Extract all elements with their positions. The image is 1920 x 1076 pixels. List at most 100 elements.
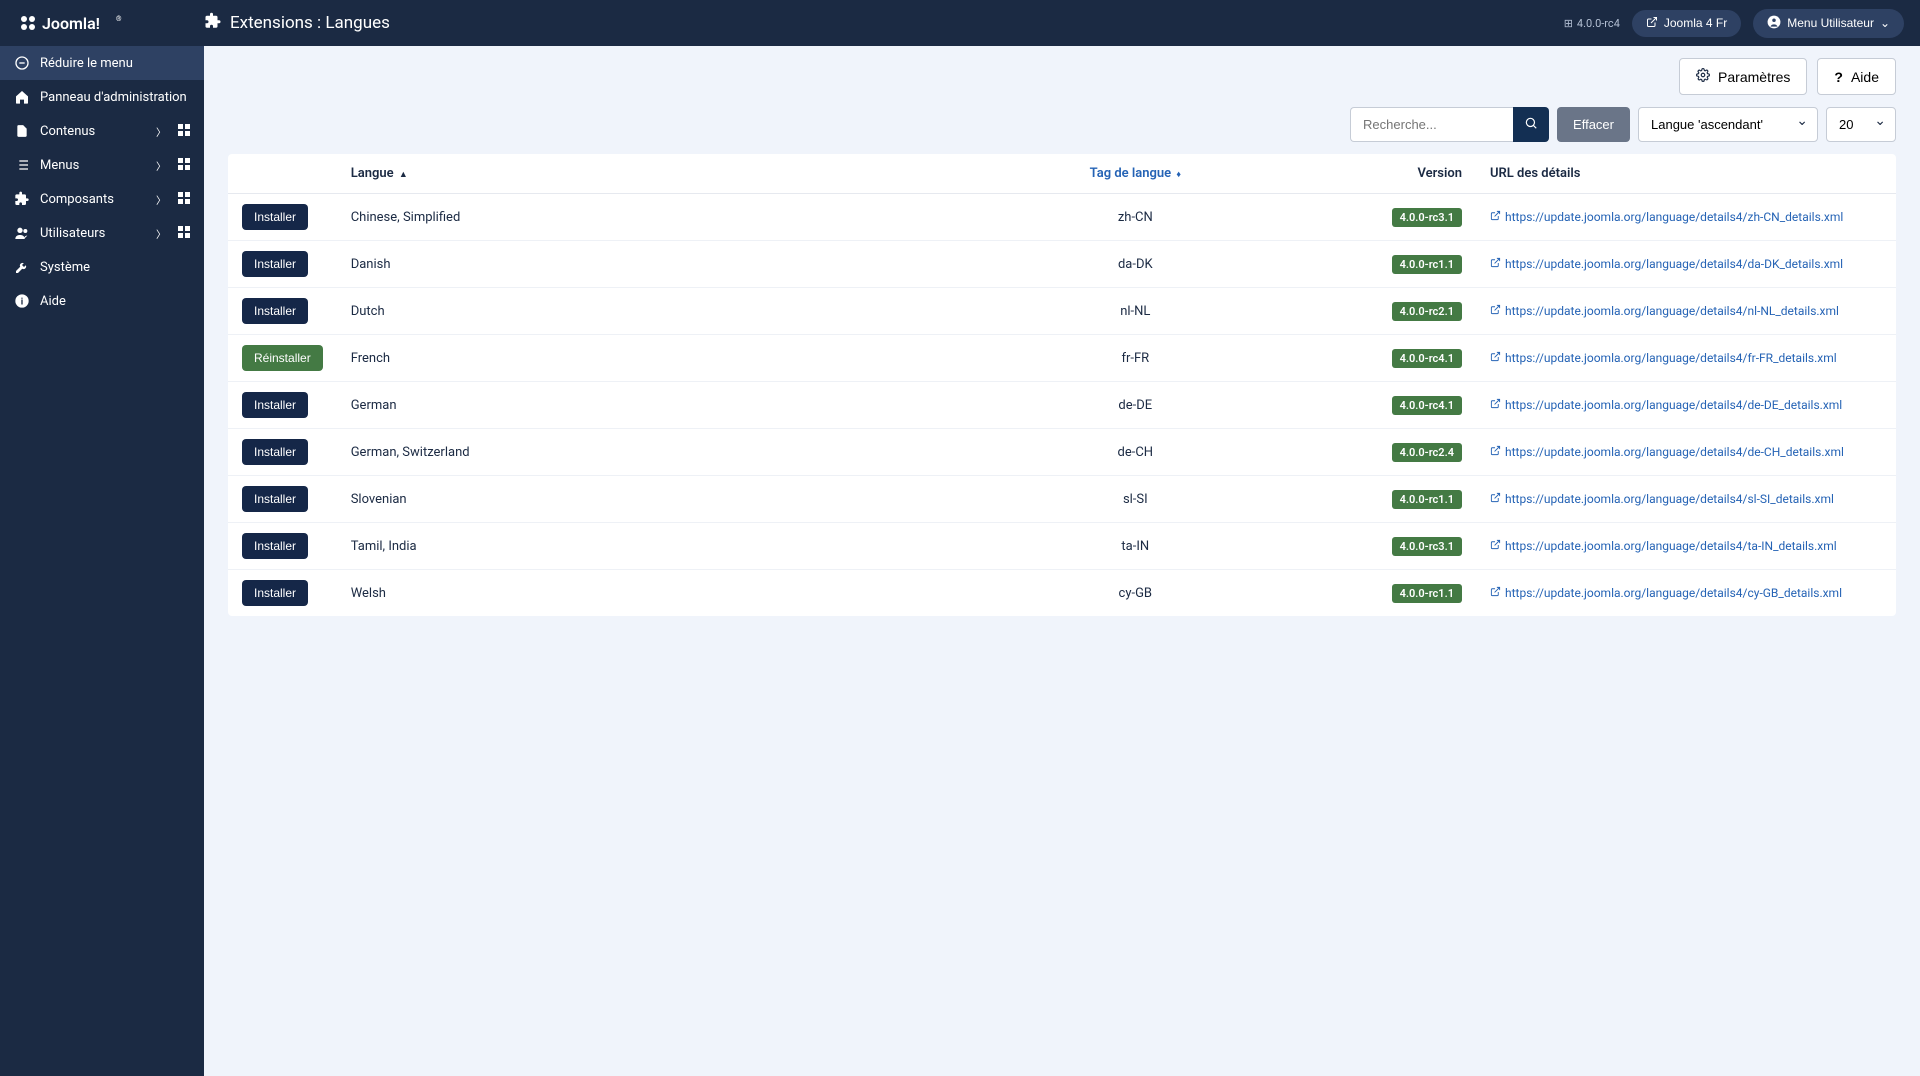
content: Effacer Langue 'ascendant' 20 [204, 107, 1920, 640]
dashboard-grid-icon[interactable] [178, 158, 190, 173]
dashboard-grid-icon[interactable] [178, 124, 190, 139]
version-badge: 4.0.0-rc2.1 [1392, 302, 1462, 321]
external-link-icon [1490, 257, 1501, 271]
sidebar-item-r-duire-le-menu[interactable]: Réduire le menu [0, 46, 204, 80]
search-button[interactable] [1513, 107, 1549, 142]
details-url-link[interactable]: https://update.joomla.org/language/detai… [1490, 351, 1837, 365]
version-badge: 4.0.0-rc1.1 [1392, 490, 1462, 509]
open-site-button[interactable]: Joomla 4 Fr [1632, 10, 1741, 37]
language-tag: cy-GB [905, 570, 1366, 617]
install-button[interactable]: Installer [242, 392, 308, 418]
dashboard-grid-icon[interactable] [178, 192, 190, 207]
sidebar-item-contenus[interactable]: Contenus〉 [0, 114, 204, 148]
info-icon: i [14, 293, 30, 309]
install-button[interactable]: Installer [242, 298, 308, 324]
gear-icon [1696, 68, 1710, 85]
details-url-link[interactable]: https://update.joomla.org/language/detai… [1490, 492, 1834, 506]
sidebar-item-panneau-d-administration[interactable]: Panneau d'administration [0, 80, 204, 114]
details-url-link[interactable]: https://update.joomla.org/language/detai… [1490, 304, 1839, 318]
details-url-link[interactable]: https://update.joomla.org/language/detai… [1490, 539, 1837, 553]
language-tag: sl-SI [905, 476, 1366, 523]
svg-text:i: i [21, 296, 23, 307]
language-name: Dutch [337, 288, 905, 335]
language-name: Welsh [337, 570, 905, 617]
svg-text:®: ® [116, 15, 122, 23]
filters: Effacer Langue 'ascendant' 20 [228, 107, 1896, 142]
user-menu-button[interactable]: Menu Utilisateur ⌄ [1753, 9, 1904, 38]
toolbar: Paramètres ? Aide [204, 46, 1920, 107]
help-button[interactable]: ? Aide [1817, 58, 1896, 95]
help-label: Aide [1851, 69, 1879, 85]
table-row: Installer Chinese, Simplifiedzh-CN 4.0.0-r… [228, 194, 1896, 241]
search-input[interactable] [1350, 107, 1513, 142]
install-button[interactable]: Installer [242, 439, 308, 465]
table-row: Réinstaller Frenchfr-FR 4.0.0-rc4.1 https:/… [228, 335, 1896, 382]
users-icon [14, 225, 30, 241]
sidebar-item-label: Aide [40, 294, 66, 309]
joomla-small-icon: ⊞ [1564, 17, 1573, 30]
table-row: InstallerGermande-DE4.0.0-rc4.1https://u… [228, 382, 1896, 429]
details-url-link[interactable]: https://update.joomla.org/language/detai… [1490, 210, 1843, 224]
chevron-right-icon: 〉 [156, 226, 166, 241]
sort-select[interactable]: Langue 'ascendant' [1638, 107, 1818, 142]
th-url: URL des détails [1476, 154, 1896, 194]
sidebar-item-label: Réduire le menu [40, 56, 133, 71]
logo[interactable]: Joomla! ® [16, 11, 204, 35]
site-name-label: Joomla 4 Fr [1664, 16, 1727, 30]
language-tag: de-DE [905, 382, 1366, 429]
wrench-icon [14, 259, 30, 275]
version-badge: 4.0.0-rc3.1 [1392, 537, 1462, 556]
details-url-link[interactable]: https://update.joomla.org/language/detai… [1490, 257, 1843, 271]
th-tag-label: Tag de langue [1090, 166, 1172, 181]
sidebar-item-aide[interactable]: i Aide [0, 284, 204, 318]
external-link-icon [1490, 210, 1501, 224]
language-tag: fr-FR [905, 335, 1366, 382]
home-icon [14, 89, 30, 105]
external-link-icon [1490, 586, 1501, 600]
version-badge: 4.0.0-rc1.1 [1392, 255, 1462, 274]
details-url-link[interactable]: https://update.joomla.org/language/detai… [1490, 398, 1842, 412]
language-name: Chinese, Simplified [337, 194, 905, 241]
install-button[interactable]: Installer [242, 580, 308, 606]
external-link-icon [1490, 304, 1501, 318]
details-url-link[interactable]: https://update.joomla.org/language/detai… [1490, 586, 1842, 600]
joomla-logo-icon: Joomla! ® [16, 11, 126, 35]
sidebar-item-utilisateurs[interactable]: Utilisateurs〉 [0, 216, 204, 250]
version-tag[interactable]: ⊞ 4.0.0-rc4 [1564, 17, 1620, 30]
sidebar: Réduire le menu Panneau d'administration C… [0, 46, 204, 1076]
language-name: French [337, 335, 905, 382]
puzzle-icon [14, 191, 30, 207]
language-tag: nl-NL [905, 288, 1366, 335]
collapse-icon [14, 55, 30, 71]
clear-button[interactable]: Effacer [1557, 107, 1630, 142]
options-label: Paramètres [1718, 69, 1790, 85]
options-button[interactable]: Paramètres [1679, 58, 1807, 95]
install-button[interactable]: Installer [242, 204, 308, 230]
page-title: Extensions : Langues [230, 13, 390, 33]
dashboard-grid-icon[interactable] [178, 226, 190, 241]
details-url-link[interactable]: https://update.joomla.org/language/detai… [1490, 445, 1844, 459]
topbar: Joomla! ® Extensions : Langues ⊞ 4.0.0-r… [0, 0, 1920, 46]
limit-select[interactable]: 20 [1826, 107, 1896, 142]
version-badge: 4.0.0-rc4.1 [1392, 349, 1462, 368]
reinstall-button[interactable]: Réinstaller [242, 345, 323, 371]
external-link-icon [1490, 351, 1501, 365]
sidebar-item-menus[interactable]: Menus〉 [0, 148, 204, 182]
external-link-icon [1490, 492, 1501, 506]
install-button[interactable]: Installer [242, 486, 308, 512]
chevron-right-icon: 〉 [156, 158, 166, 173]
install-button[interactable]: Installer [242, 251, 308, 277]
sidebar-item-label: Contenus [40, 124, 95, 139]
version-badge: 4.0.0-rc3.1 [1392, 208, 1462, 227]
search-icon [1524, 118, 1538, 133]
sidebar-item-composants[interactable]: Composants〉 [0, 182, 204, 216]
version-text: 4.0.0-rc4 [1577, 17, 1620, 30]
install-button[interactable]: Installer [242, 533, 308, 559]
table-row: Installer Dutchnl-NL 4.0.0-rc2.1 https://up… [228, 288, 1896, 335]
sidebar-item-syst-me[interactable]: Système [0, 250, 204, 284]
sidebar-item-label: Panneau d'administration [40, 90, 187, 105]
puzzle-icon [204, 12, 222, 35]
language-tag: zh-CN [905, 194, 1366, 241]
th-tag[interactable]: Tag de langue ♦ [905, 154, 1366, 194]
th-language[interactable]: Langue ▲ [337, 154, 905, 194]
